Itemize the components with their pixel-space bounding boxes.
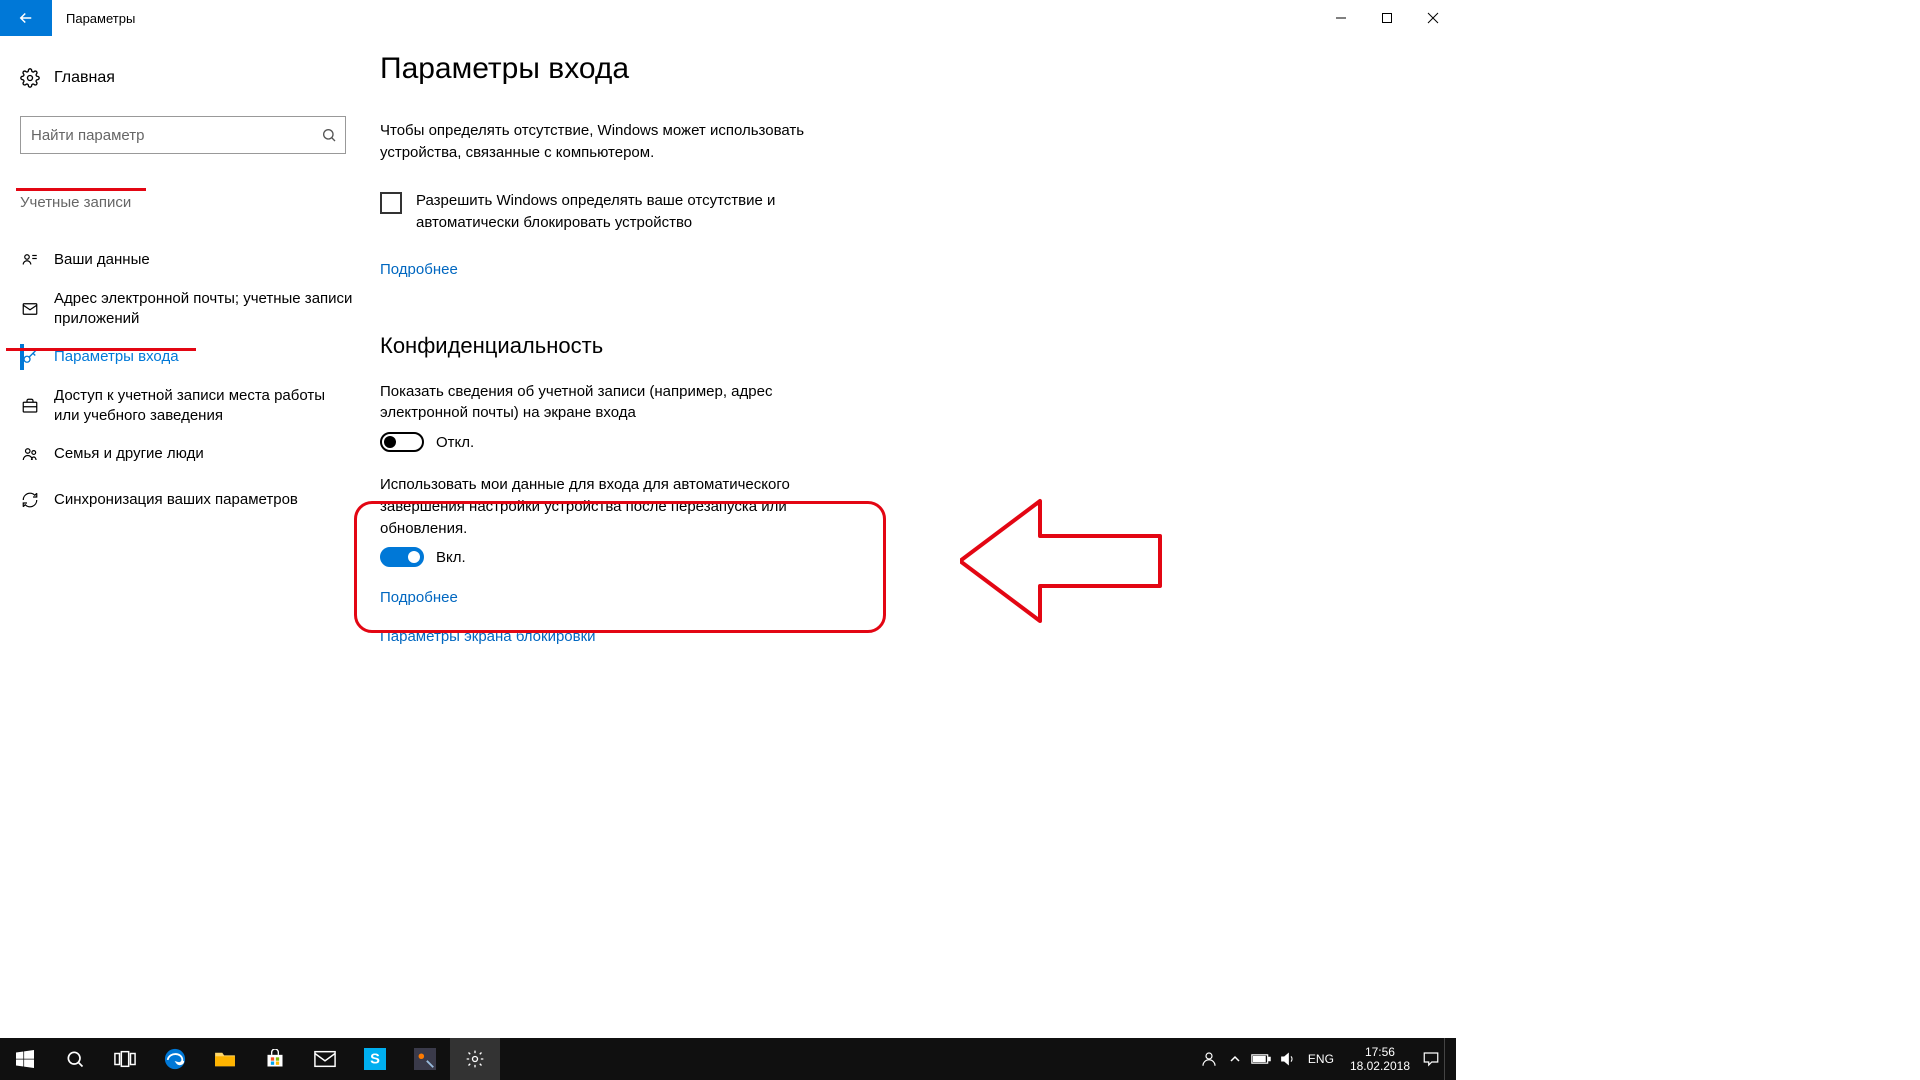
privacy-account-info-block: Показать сведения об учетной записи (нап… [380, 381, 1000, 453]
taskbar-app-generic[interactable] [400, 1038, 450, 1080]
app-icon [414, 1048, 436, 1070]
annotation-arrow [960, 496, 1180, 626]
taskbar: S ENG 17:56 18.02.2018 [0, 1038, 1456, 1080]
privacy-account-info-desc: Показать сведения об учетной записи (нап… [380, 381, 820, 425]
taskbar-app-explorer[interactable] [200, 1038, 250, 1080]
maximize-button[interactable] [1364, 0, 1410, 36]
titlebar: Параметры [0, 0, 1456, 36]
taskbar-app-store[interactable] [250, 1038, 300, 1080]
sidebar-item-label: Доступ к учетной записи места работы или… [54, 386, 354, 425]
taskbar-app-settings[interactable] [450, 1038, 500, 1080]
sidebar-item-your-info[interactable]: Ваши данные [20, 237, 380, 283]
person-card-icon [20, 250, 40, 270]
minimize-button[interactable] [1318, 0, 1364, 36]
sidebar-item-signin-options[interactable]: Параметры входа [20, 334, 380, 380]
sidebar-item-family[interactable]: Семья и другие люди [20, 431, 380, 477]
tray-clock[interactable]: 17:56 18.02.2018 [1342, 1045, 1418, 1074]
tray-volume[interactable] [1274, 1038, 1300, 1080]
sidebar-item-label: Адрес электронной почты; учетные записи … [54, 289, 354, 328]
presence-description: Чтобы определять отсутствие, Windows мож… [380, 120, 870, 164]
notification-icon [1422, 1050, 1440, 1068]
search-icon [65, 1049, 85, 1069]
sidebar-nav: Ваши данные Адрес электронной почты; уче… [20, 237, 380, 523]
mail-icon [20, 299, 40, 319]
battery-icon [1251, 1053, 1271, 1065]
skype-icon: S [364, 1048, 386, 1070]
sidebar-item-label: Ваши данные [54, 250, 150, 270]
sidebar-item-label: Семья и другие люди [54, 444, 204, 464]
svg-text:S: S [370, 1052, 380, 1068]
folder-icon [214, 1050, 236, 1068]
toggle-show-account-info[interactable] [380, 432, 424, 452]
sidebar-category: Учетные записи [20, 194, 380, 213]
mail-icon [314, 1050, 336, 1068]
search-box[interactable] [20, 116, 346, 154]
allow-lock-checkbox-row: Разрешить Windows определять ваше отсутс… [380, 190, 1000, 235]
search-icon [321, 127, 337, 143]
tray-action-center[interactable] [1418, 1038, 1444, 1080]
task-view-button[interactable] [100, 1038, 150, 1080]
search-input[interactable] [31, 127, 321, 144]
gear-icon [465, 1049, 485, 1069]
taskbar-app-edge[interactable] [150, 1038, 200, 1080]
people-icon [20, 444, 40, 464]
sidebar-item-label: Синхронизация ваших параметров [54, 490, 298, 510]
allow-lock-checkbox-label: Разрешить Windows определять ваше отсутс… [416, 190, 836, 235]
privacy-heading: Конфиденциальность [380, 333, 1000, 359]
page-title: Параметры входа [380, 52, 1000, 86]
taskbar-app-skype[interactable]: S [350, 1038, 400, 1080]
taskbar-app-mail[interactable] [300, 1038, 350, 1080]
briefcase-icon [20, 396, 40, 416]
content-area: Параметры входа Чтобы определять отсутст… [380, 36, 1456, 774]
learn-more-link[interactable]: Подробнее [380, 261, 458, 278]
arrow-left-icon [17, 9, 35, 27]
toggle-show-account-info-state: Откл. [436, 434, 474, 451]
tray-language[interactable]: ENG [1300, 1052, 1342, 1066]
sidebar: Главная Учетные записи Ваши данные Адрес… [0, 36, 380, 774]
show-desktop-button[interactable] [1444, 1038, 1450, 1080]
tray-people[interactable] [1196, 1038, 1222, 1080]
sidebar-home[interactable]: Главная [20, 58, 380, 98]
window-controls [1318, 0, 1456, 36]
tray-date: 18.02.2018 [1350, 1059, 1410, 1073]
app-title: Параметры [66, 11, 135, 26]
sidebar-home-label: Главная [54, 69, 115, 87]
windows-icon [16, 1050, 34, 1068]
sidebar-item-work-school[interactable]: Доступ к учетной записи места работы или… [20, 380, 380, 431]
store-icon [265, 1049, 285, 1069]
back-button[interactable] [0, 0, 52, 36]
close-button[interactable] [1410, 0, 1456, 36]
speaker-icon [1279, 1051, 1295, 1067]
start-button[interactable] [0, 1038, 50, 1080]
search-button[interactable] [50, 1038, 100, 1080]
sidebar-item-email-accounts[interactable]: Адрес электронной почты; учетные записи … [20, 283, 380, 334]
edge-icon [164, 1048, 186, 1070]
sync-icon [20, 490, 40, 510]
gear-icon [20, 68, 40, 88]
chevron-up-icon [1229, 1053, 1241, 1065]
sidebar-item-sync[interactable]: Синхронизация ваших параметров [20, 477, 380, 523]
annotation-underline [6, 348, 196, 351]
allow-lock-checkbox[interactable] [380, 192, 402, 214]
tray-overflow[interactable] [1222, 1038, 1248, 1080]
people-icon [1200, 1050, 1218, 1068]
task-view-icon [114, 1050, 136, 1068]
tray-battery[interactable] [1248, 1038, 1274, 1080]
annotation-underline [16, 188, 146, 191]
tray-time: 17:56 [1350, 1045, 1410, 1059]
annotation-highlight-box [354, 501, 886, 633]
